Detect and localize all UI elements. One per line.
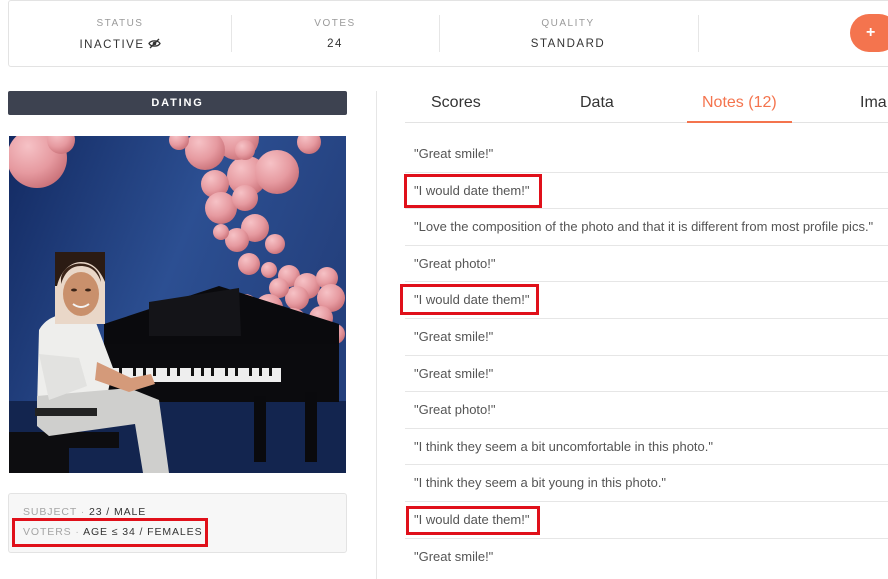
tab-data[interactable]: Data	[580, 94, 614, 112]
highlight-box	[406, 506, 540, 535]
highlight-box	[404, 174, 542, 208]
note-item: "Great photo!"	[405, 392, 888, 429]
status-label: STATUS	[96, 18, 144, 29]
separator: ·	[80, 506, 86, 518]
votes-label: VOTES	[314, 18, 356, 29]
quality-label: QUALITY	[541, 18, 595, 29]
note-item: "Great smile!"	[405, 319, 888, 356]
column-divider	[376, 91, 377, 579]
eye-off-icon[interactable]	[147, 38, 161, 52]
tabs-rule	[405, 122, 888, 123]
note-item: "Great smile!"	[405, 136, 888, 173]
category-bar: DATING	[8, 91, 347, 115]
subject-line: SUBJECT · 23 / MALE	[23, 506, 146, 518]
status-value-row: INACTIVE	[9, 38, 231, 52]
status-stat: STATUS INACTIVE	[9, 1, 231, 68]
note-item: "Great photo!"	[405, 246, 888, 283]
note-item: "Great smile!"	[414, 548, 494, 564]
subject-key: SUBJECT	[23, 506, 77, 518]
profile-photo	[9, 136, 346, 473]
votes-value: 24	[327, 38, 343, 50]
quality-value: STANDARD	[530, 38, 606, 50]
note-item: "I think they seem a bit young in this p…	[405, 465, 888, 502]
add-button[interactable]: +	[850, 14, 888, 52]
highlight-box	[400, 284, 539, 315]
note-item: "I think they seem a bit uncomfortable i…	[405, 429, 888, 466]
stats-bar: STATUS INACTIVE VOTES 24 QUALITY STANDAR…	[8, 0, 888, 67]
note-item: "Love the composition of the photo and t…	[405, 209, 888, 246]
highlight-box	[12, 518, 208, 547]
note-item: "Great smile!"	[405, 356, 888, 393]
tab-scores[interactable]: Scores	[431, 94, 481, 112]
quality-stat: QUALITY STANDARD	[440, 1, 696, 68]
active-tab-indicator	[687, 121, 792, 123]
subject-value: 23 / MALE	[89, 506, 147, 518]
tab-images[interactable]: Ima	[860, 94, 887, 112]
status-value: INACTIVE	[79, 39, 145, 51]
tab-notes[interactable]: Notes (12)	[702, 94, 777, 112]
stat-divider	[698, 15, 699, 52]
votes-stat: VOTES 24	[232, 1, 438, 68]
